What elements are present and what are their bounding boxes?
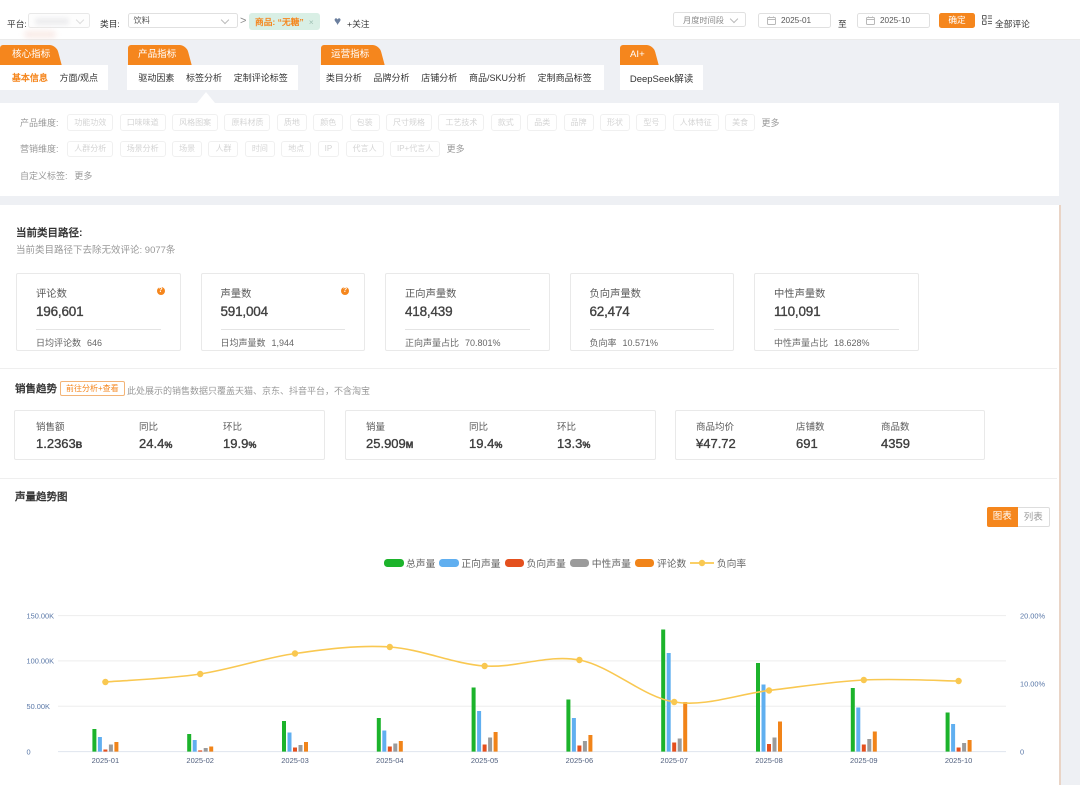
svg-text:2025-05: 2025-05: [471, 756, 499, 765]
svg-text:100.00K: 100.00K: [27, 657, 55, 666]
svg-text:2025-07: 2025-07: [660, 756, 688, 765]
svg-text:2025-06: 2025-06: [566, 756, 594, 765]
svg-text:2025-04: 2025-04: [376, 756, 404, 765]
svg-text:2025-03: 2025-03: [281, 756, 309, 765]
svg-text:50.00K: 50.00K: [27, 702, 50, 711]
svg-text:2025-10: 2025-10: [945, 756, 973, 765]
svg-text:150.00K: 150.00K: [27, 611, 55, 620]
svg-text:20.00%: 20.00%: [1020, 611, 1045, 620]
svg-text:0: 0: [27, 747, 31, 756]
svg-text:0: 0: [1020, 747, 1024, 756]
svg-text:2025-01: 2025-01: [92, 756, 120, 765]
svg-text:2025-09: 2025-09: [850, 756, 878, 765]
svg-text:2025-08: 2025-08: [755, 756, 783, 765]
svg-text:10.00%: 10.00%: [1020, 679, 1045, 688]
svg-text:2025-02: 2025-02: [186, 756, 214, 765]
